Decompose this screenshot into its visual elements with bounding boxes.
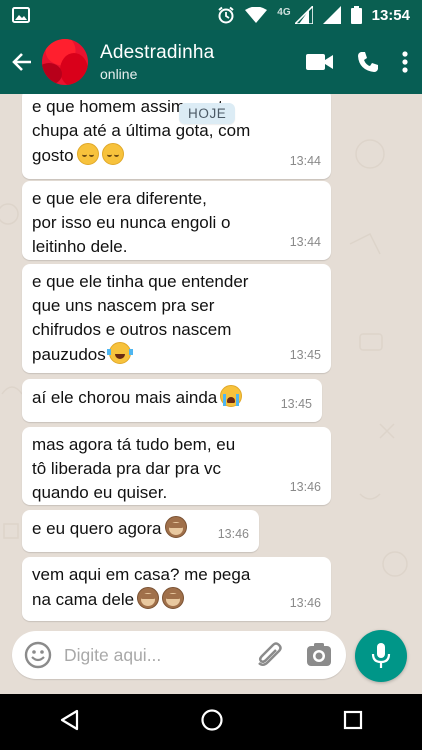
message-bubble[interactable]: e que homem assim gente chupa até a últi…	[22, 94, 331, 179]
message-text: aí ele chorou mais ainda	[32, 388, 218, 407]
phone-icon[interactable]	[356, 50, 380, 74]
see-no-evil-monkey-emoji-icon	[137, 587, 160, 609]
chat-header: Adestradinha online	[0, 30, 422, 94]
message-time: 13:45	[280, 397, 312, 411]
contact-name: Adestradinha	[100, 42, 215, 63]
see-no-evil-monkey-emoji-icon	[162, 587, 185, 609]
more-vert-icon[interactable]	[402, 51, 408, 73]
contact-info[interactable]: Adestradinha online	[100, 42, 306, 82]
signal-icon	[294, 6, 313, 24]
message-text: e eu quero agora	[32, 519, 162, 538]
message-time: 13:45	[289, 348, 321, 362]
message-bubble[interactable]: mas agora tá tudo bem, eu tô liberada pr…	[22, 427, 331, 505]
emoji-icon[interactable]	[24, 641, 52, 669]
date-chip: HOJE	[179, 103, 236, 124]
back-triangle-icon[interactable]	[59, 709, 81, 736]
message-time: 13:44	[289, 235, 321, 249]
relieved-face-emoji-icon	[76, 143, 99, 165]
message-bubble[interactable]: vem aqui em casa? me pega na cama dele 1…	[22, 557, 331, 621]
contact-status: online	[100, 66, 138, 82]
message-text: e que ele era diferente, por isso eu nun…	[32, 189, 231, 256]
mic-button[interactable]	[355, 630, 407, 682]
battery-icon	[350, 6, 362, 24]
recents-square-icon[interactable]	[343, 710, 363, 735]
message-text: e que ele tinha que entender que uns nas…	[32, 272, 249, 364]
alarm-icon	[217, 6, 235, 24]
message-bubble[interactable]: e que ele era diferente, por isso eu nun…	[22, 181, 331, 260]
message-input[interactable]: Digite aqui...	[12, 631, 346, 679]
network-type-label: 4G	[277, 6, 291, 18]
attach-icon[interactable]	[256, 641, 284, 669]
relieved-face-emoji-icon	[101, 143, 124, 165]
signal-icon	[322, 6, 341, 24]
status-bar: 4G 13:54	[0, 0, 422, 30]
home-circle-icon[interactable]	[200, 708, 224, 737]
camera-icon[interactable]	[306, 643, 332, 667]
back-arrow-icon[interactable]	[2, 51, 42, 73]
mic-icon	[371, 643, 391, 669]
video-call-icon[interactable]	[306, 53, 334, 71]
message-bubble[interactable]: e eu quero agora 13:46	[22, 510, 259, 552]
image-icon	[12, 7, 30, 23]
message-time: 13:46	[289, 596, 321, 610]
crying-face-emoji-icon	[220, 385, 243, 407]
message-text: mas agora tá tudo bem, eu tô liberada pr…	[32, 435, 236, 502]
message-time: 13:46	[289, 480, 321, 494]
message-time: 13:46	[217, 527, 249, 541]
navigation-bar	[0, 694, 422, 750]
wifi-icon	[245, 7, 268, 23]
clock-time: 13:54	[371, 6, 410, 24]
message-bubble[interactable]: aí ele chorou mais ainda 13:45	[22, 379, 322, 422]
input-bar: Digite aqui...	[0, 624, 422, 694]
see-no-evil-monkey-emoji-icon	[164, 516, 187, 538]
message-time: 13:44	[289, 154, 321, 168]
message-placeholder: Digite aqui...	[64, 644, 162, 665]
avatar[interactable]	[42, 39, 88, 85]
message-bubble[interactable]: e que ele tinha que entender que uns nas…	[22, 264, 331, 373]
tears-of-joy-emoji-icon	[106, 342, 133, 364]
chat-area[interactable]: e que homem assim gente chupa até a últi…	[0, 94, 422, 624]
